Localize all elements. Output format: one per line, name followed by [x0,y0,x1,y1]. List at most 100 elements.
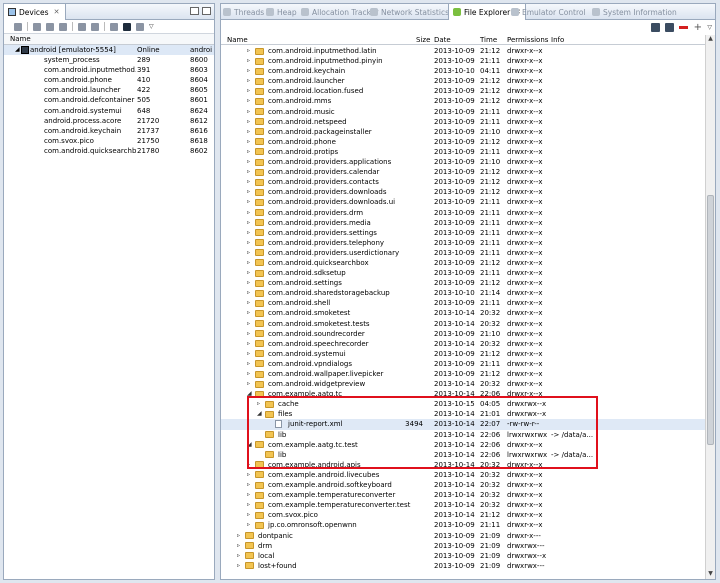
tab-allocation-tracker[interactable]: Allocation Tracker [301,4,378,20]
scroll-down-icon[interactable]: ▼ [706,570,715,579]
close-icon[interactable]: ✕ [54,8,60,16]
expand-icon[interactable]: ▹ [237,561,240,571]
tab-emulator-control[interactable]: Emulator Control [511,4,586,20]
expand-icon[interactable]: ▹ [247,288,250,298]
column-time[interactable]: Time [480,36,497,44]
process-row[interactable]: android.process.acore 21720 8612 [4,116,214,126]
expand-icon[interactable]: ▹ [257,399,260,409]
expand-icon[interactable]: ▹ [247,56,250,66]
expand-icon[interactable]: ▹ [247,177,250,187]
folder-row[interactable]: ▹ com.android.sdksetup 2013-10-09 21:11 drwx… [221,268,705,278]
update-threads-icon[interactable] [78,22,86,31]
stop-process-icon[interactable] [110,22,118,31]
column-name[interactable]: Name [10,35,31,43]
expand-icon[interactable]: ▹ [247,359,250,369]
process-row[interactable]: com.android.launcher 422 8605 [4,85,214,95]
folder-row[interactable]: ▹ com.example.android.apis 2013-10-14 20:32… [221,460,705,470]
process-row[interactable]: com.android.defcontainer 505 8601 [4,95,214,105]
folder-row[interactable]: ▹ com.android.packageinstaller 2013-10-09 2… [221,127,705,137]
folder-row[interactable]: ▹ com.android.settings 2013-10-09 21:12 drwx… [221,278,705,288]
folder-row[interactable]: ▹ com.android.providers.calendar 2013-10-0… [221,167,705,177]
process-row[interactable]: com.android.inputmethod.lati391 8603 [4,65,214,75]
folder-row[interactable]: ▹ com.android.smoketest 2013-10-14 20:32 drw… [221,308,705,318]
expand-icon[interactable]: ▹ [247,137,250,147]
folder-row[interactable]: ▹ com.android.providers.media 2013-10-09 21… [221,218,705,228]
expand-icon[interactable]: ▹ [247,480,250,490]
screen-capture-icon[interactable] [123,22,131,31]
folder-row[interactable]: ▹ com.android.providers.userdictionary 201… [221,248,705,258]
folder-row[interactable]: ▹ com.android.mms 2013-10-09 21:12 drwxr-x--… [221,96,705,106]
folder-row[interactable]: ▹ com.android.vpndialogs 2013-10-09 21:11 dr… [221,359,705,369]
folder-row[interactable]: ▹ com.android.protips 2013-10-09 21:11 drwxr… [221,147,705,157]
folder-row[interactable]: lib 2013-10-14 22:06 lrwxrwxrwx -> /data/a..… [221,430,705,440]
expand-icon[interactable]: ▹ [247,66,250,76]
folder-row[interactable]: ▹ com.android.inputmethod.pinyin 2013-10-0… [221,56,705,66]
folder-row[interactable]: ▹ com.android.shell 2013-10-09 21:11 drwxr-x… [221,298,705,308]
expand-icon[interactable]: ▹ [237,541,240,551]
folder-row[interactable]: ▹ com.android.providers.telephony 2013-10-… [221,238,705,248]
folder-row[interactable]: ▹ com.android.soundrecorder 2013-10-09 21:1… [221,329,705,339]
expand-icon[interactable]: ▹ [247,107,250,117]
expand-icon[interactable]: ▹ [247,96,250,106]
delete-icon[interactable] [679,26,689,29]
device-row[interactable]: ◢ android [emulator-5554] Online androi [4,45,214,56]
expand-icon[interactable]: ▹ [247,298,250,308]
pull-file-icon[interactable] [651,23,661,32]
tab-threads[interactable]: Threads [223,4,264,20]
folder-row[interactable]: ◢ com.example.aatg.tc 2013-10-14 22:06 drwxr… [221,389,705,399]
collapse-icon[interactable]: ◢ [15,45,20,55]
file-row[interactable]: junit-report.xml 3494 2013-10-14 22:07 -rw-r… [221,419,705,430]
expand-icon[interactable]: ▹ [247,76,250,86]
expand-icon[interactable]: ▹ [247,500,250,510]
expand-icon[interactable]: ▹ [247,127,250,137]
folder-row[interactable]: ▹ com.android.providers.downloads.ui 2013-… [221,197,705,207]
folder-row[interactable]: ▹ drm 2013-10-09 21:09 drwxrwx--- [221,541,705,551]
expand-icon[interactable]: ▹ [247,187,250,197]
column-info[interactable]: Info [551,36,564,44]
expand-icon[interactable]: ▹ [247,197,250,207]
folder-row[interactable]: ▹ com.android.providers.downloads 2013-10-… [221,187,705,197]
expand-icon[interactable]: ▹ [247,157,250,167]
systrace-icon[interactable] [136,22,144,31]
folder-row[interactable]: ▹ com.android.wallpaper.livepicker 2013-10… [221,369,705,379]
folder-row[interactable]: ▹ com.example.android.softkeyboard 2013-10… [221,480,705,490]
folder-row[interactable]: ▹ com.android.inputmethod.latin 2013-10-09… [221,46,705,56]
column-date[interactable]: Date [434,36,451,44]
debug-icon[interactable] [14,22,22,31]
folder-row[interactable]: ◢ files 2013-10-14 21:01 drwxrwx--x [221,409,705,419]
expand-icon[interactable]: ▹ [247,228,250,238]
expand-icon[interactable]: ▹ [247,248,250,258]
folder-row[interactable]: ▹ dontpanic 2013-10-09 21:09 drwxr-x--- [221,531,705,541]
folder-row[interactable]: ▹ com.example.android.livecubes 2013-10-14… [221,470,705,480]
process-row[interactable]: com.svox.pico 21750 8618 [4,136,214,146]
collapse-icon[interactable]: ◢ [247,389,252,399]
expand-icon[interactable]: ▹ [247,470,250,480]
scrollbar-thumb[interactable] [707,195,714,445]
folder-row[interactable]: ▹ com.android.providers.applications 2013-… [221,157,705,167]
folder-row[interactable]: ◢ com.example.aatg.tc.test 2013-10-14 22:06… [221,440,705,450]
expand-icon[interactable]: ▹ [247,208,250,218]
folder-row[interactable]: ▹ com.android.keychain 2013-10-10 04:11 drwx… [221,66,705,76]
process-row[interactable]: com.android.phone 410 8604 [4,75,214,85]
cause-gc-icon[interactable] [59,22,67,31]
folder-row[interactable]: ▹ cache 2013-10-15 04:05 drwxrwx--x [221,399,705,409]
tab-network-statistics[interactable]: Network Statistics [370,4,449,20]
method-profiling-icon[interactable] [91,22,99,31]
process-row[interactable]: com.android.keychain 21737 8616 [4,126,214,136]
process-row[interactable]: system_process 289 8600 [4,55,214,65]
process-row[interactable]: com.android.systemui 648 8624 [4,106,214,116]
expand-icon[interactable]: ▹ [247,490,250,500]
folder-row[interactable]: ▹ com.svox.pico 2013-10-14 21:12 drwxr-x--x [221,510,705,520]
folder-row[interactable]: ▹ lost+found 2013-10-09 21:09 drwxrwx--- [221,561,705,571]
maximize-button[interactable] [202,7,211,15]
tab-heap[interactable]: Heap [266,4,297,20]
folder-row[interactable]: ▹ com.android.systemui 2013-10-09 21:12 drwx… [221,349,705,359]
folder-row[interactable]: ▹ com.android.music 2013-10-09 21:11 drwxr-x… [221,107,705,117]
folder-row[interactable]: lib 2013-10-14 22:06 lrwxrwxrwx -> /data/a..… [221,450,705,460]
collapse-icon[interactable]: ◢ [247,440,252,450]
expand-icon[interactable]: ▹ [247,319,250,329]
process-row[interactable]: com.android.quicksearchbox 21780 8602 [4,146,214,156]
expand-icon[interactable]: ▹ [247,147,250,157]
expand-icon[interactable]: ▹ [247,268,250,278]
folder-row[interactable]: ▹ com.android.providers.settings 2013-10-0… [221,228,705,238]
